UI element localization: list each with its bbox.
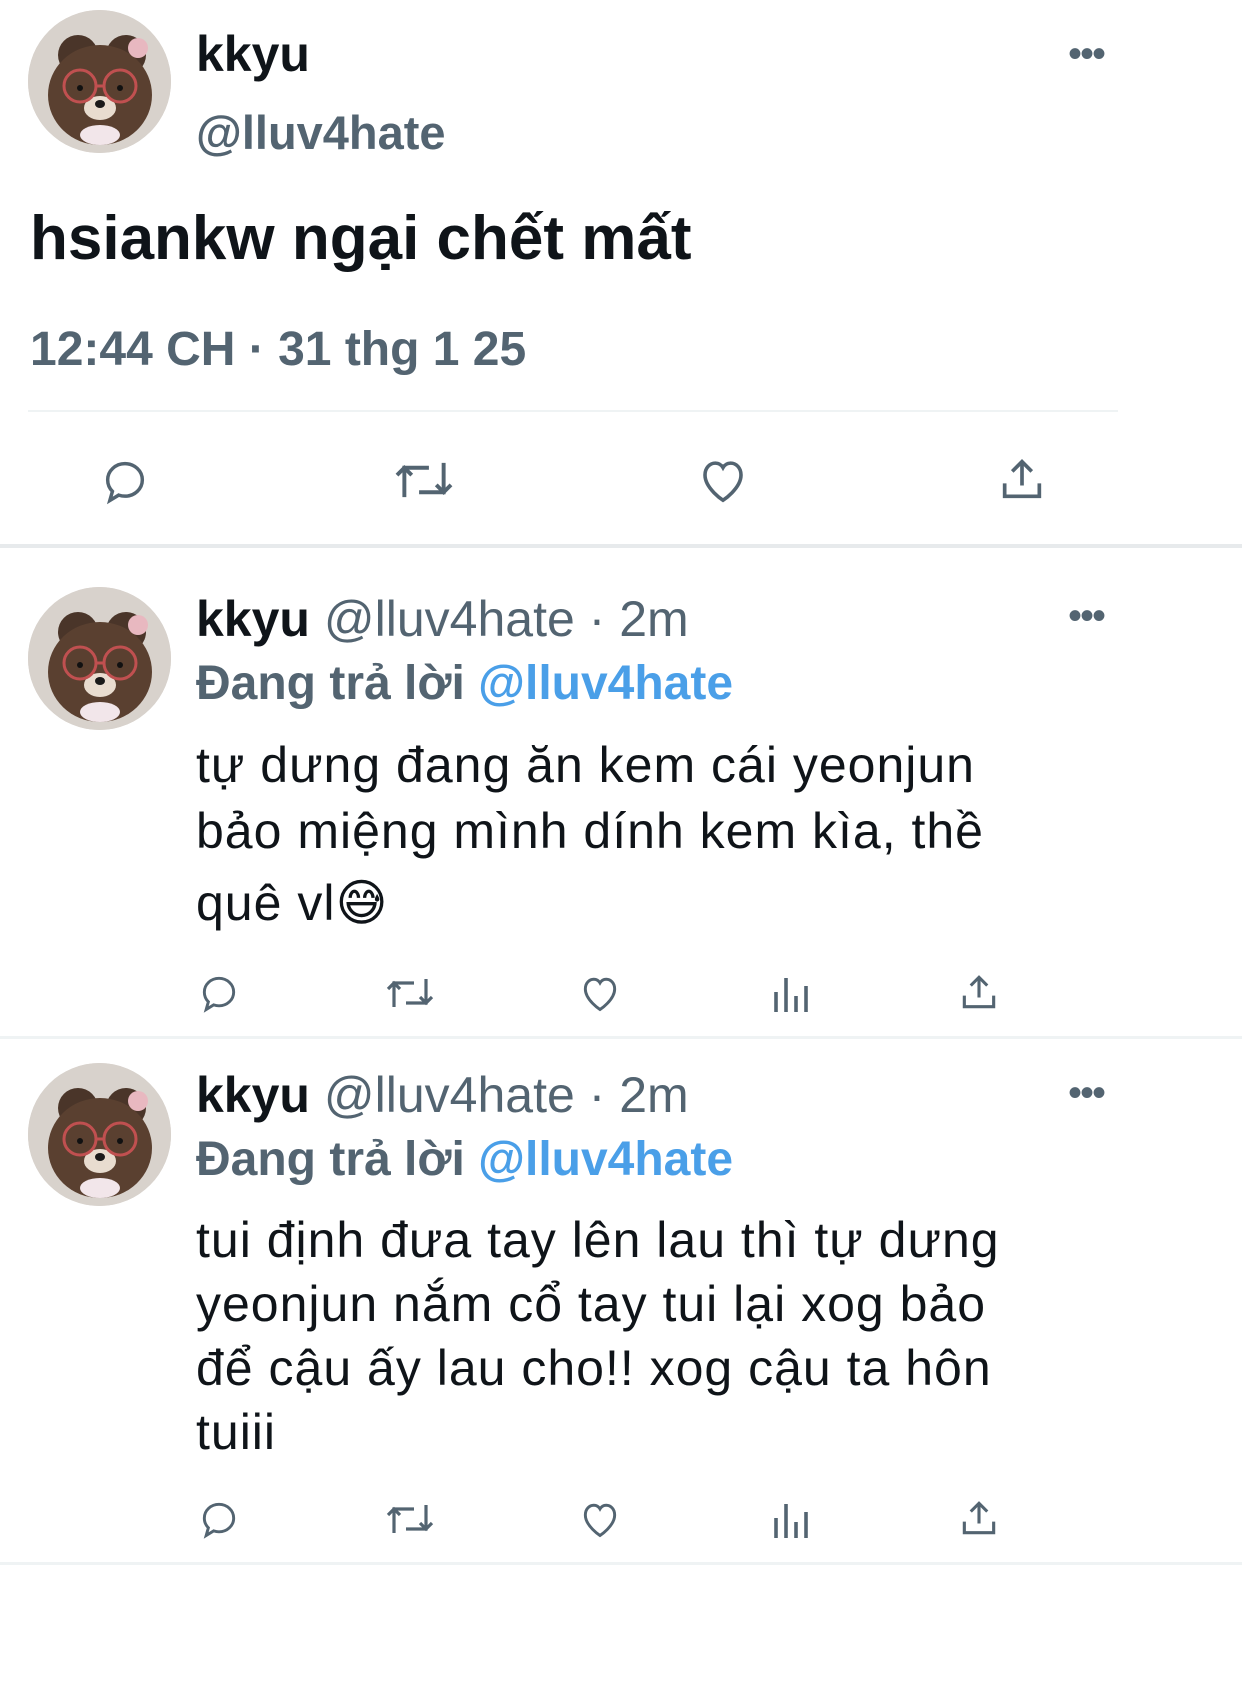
text-line: bảo miệng mình dính kem kìa, thề xyxy=(196,803,984,859)
reply-header: kkyu @lluv4hate · 2m xyxy=(196,1066,689,1124)
divider xyxy=(0,1562,1242,1565)
text-line: yeonjun nắm cổ tay tui lại xog bảo xyxy=(196,1276,987,1332)
timestamp[interactable]: 12:44 CH · 31 thg 1 25 xyxy=(30,322,526,378)
text-line: để cậu ấy lau cho!! xog cậu ta hôn xyxy=(196,1340,992,1396)
retweet-icon[interactable] xyxy=(384,1497,436,1541)
retweet-icon[interactable] xyxy=(384,971,436,1015)
display-name[interactable]: kkyu xyxy=(196,1067,310,1123)
text-line-content: quê vl xyxy=(196,875,336,931)
reply-icon[interactable] xyxy=(197,971,241,1015)
replying-to-link[interactable]: @lluv4hate xyxy=(478,657,733,710)
handle[interactable]: @lluv4hate xyxy=(196,106,446,160)
share-icon[interactable] xyxy=(996,453,1048,505)
text-line: tui định đưa tay lên lau thì tự dưng xyxy=(196,1212,1000,1268)
replying-prefix: Đang trả lời xyxy=(196,657,465,710)
reply-text: tự dưng đang ăn kem cái yeonjun bảo miện… xyxy=(196,732,984,936)
views-icon[interactable] xyxy=(770,1498,810,1540)
like-icon[interactable] xyxy=(696,454,750,506)
avatar[interactable] xyxy=(28,587,171,730)
like-icon[interactable] xyxy=(578,972,622,1014)
tweet-text: hsiankw ngại chết mất xyxy=(30,204,692,273)
reply-icon[interactable] xyxy=(99,455,151,507)
share-icon[interactable] xyxy=(957,970,1001,1014)
more-icon[interactable]: ••• xyxy=(1068,34,1106,74)
replying-to: Đang trả lời @lluv4hate xyxy=(196,1132,733,1188)
replying-to-link[interactable]: @lluv4hate xyxy=(478,1133,733,1186)
reply-text: tui định đưa tay lên lau thì tự dưng yeo… xyxy=(196,1208,1000,1464)
divider xyxy=(0,1036,1242,1039)
reply-icon[interactable] xyxy=(197,1497,241,1541)
views-icon[interactable] xyxy=(770,972,810,1014)
avatar[interactable] xyxy=(28,1063,171,1206)
replying-to: Đang trả lời @lluv4hate xyxy=(196,656,733,712)
display-name[interactable]: kkyu xyxy=(196,26,310,82)
reply-header: kkyu @lluv4hate · 2m xyxy=(196,590,689,648)
more-icon[interactable]: ••• xyxy=(1068,1073,1106,1113)
section-divider xyxy=(0,544,1242,548)
display-name[interactable]: kkyu xyxy=(196,591,310,647)
avatar[interactable] xyxy=(28,10,171,153)
text-line: quê vl😅 xyxy=(196,870,984,936)
replying-prefix: Đang trả lời xyxy=(196,1133,465,1186)
sweat-smile-emoji: 😅 xyxy=(335,875,389,931)
text-line: tự dưng đang ăn kem cái yeonjun xyxy=(196,737,975,793)
handle-time[interactable]: @lluv4hate · 2m xyxy=(324,1067,689,1123)
more-icon[interactable]: ••• xyxy=(1068,596,1106,636)
text-line: tuiii xyxy=(196,1404,277,1460)
divider xyxy=(28,410,1118,412)
handle-time[interactable]: @lluv4hate · 2m xyxy=(324,591,689,647)
like-icon[interactable] xyxy=(578,1498,622,1540)
retweet-icon[interactable] xyxy=(392,453,456,507)
share-icon[interactable] xyxy=(957,1496,1001,1540)
